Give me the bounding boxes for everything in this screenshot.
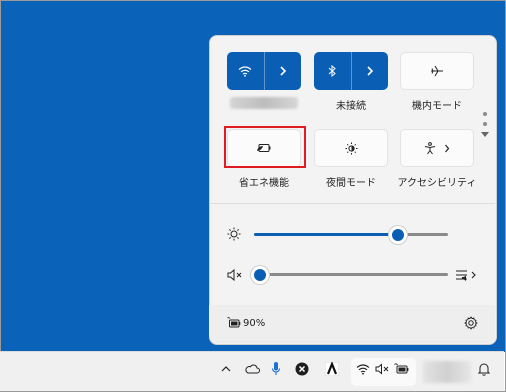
wifi-tile[interactable] (227, 52, 301, 90)
accessibility-icon (424, 141, 436, 154)
battery-saver-icon[interactable] (227, 317, 241, 329)
page-indicator[interactable] (481, 112, 489, 143)
wifi-toggle[interactable] (227, 52, 264, 90)
brightness-slider-fill (254, 233, 398, 236)
bluetooth-toggle[interactable] (314, 52, 351, 90)
chevron-up-icon[interactable] (221, 364, 231, 374)
section-divider (209, 203, 495, 204)
wifi-icon (238, 66, 252, 77)
airplane-mode-tile[interactable] (400, 52, 474, 90)
energy-saver-highlight-box (224, 126, 306, 168)
notification-bell-icon[interactable] (478, 362, 490, 376)
volume-slider-thumb[interactable] (251, 266, 269, 284)
energy-saver-label: 省エネ機能 (239, 178, 289, 189)
battery-saver-icon (394, 363, 410, 375)
bluetooth-icon (328, 65, 337, 77)
accessibility-label: アクセシビリティ (397, 178, 477, 189)
chevron-right-icon (445, 144, 450, 152)
accessibility-tile[interactable] (400, 129, 474, 167)
night-light-label: 夜間モード (326, 178, 376, 189)
onedrive-cloud-icon[interactable] (244, 362, 260, 374)
speaker-muted-icon (375, 363, 390, 375)
volume-slider[interactable] (251, 266, 448, 284)
chevron-right-icon (367, 66, 373, 76)
bluetooth-label: 未接続 (336, 101, 366, 112)
page-dot (483, 122, 487, 126)
clock-blurred[interactable] (423, 361, 471, 383)
brightness-slider[interactable] (254, 226, 448, 244)
bluetooth-expand-button[interactable] (351, 52, 388, 90)
wifi-icon (356, 363, 370, 375)
airplane-icon (431, 65, 443, 77)
chevron-right-icon (280, 66, 286, 76)
app-a-icon[interactable] (325, 362, 339, 376)
microphone-icon[interactable] (271, 361, 281, 377)
settings-gear-icon[interactable] (464, 316, 478, 330)
night-light-icon (345, 142, 357, 154)
close-circle-icon[interactable] (295, 362, 309, 376)
page-down-arrow-icon (481, 132, 489, 137)
speaker-muted-icon[interactable] (227, 268, 243, 282)
audio-output-select-button[interactable] (455, 268, 477, 282)
bluetooth-tile[interactable] (314, 52, 388, 90)
audio-output-icon (456, 270, 476, 281)
night-light-tile[interactable] (314, 129, 388, 167)
page-dot (483, 112, 487, 116)
brightness-icon (227, 227, 241, 241)
wifi-expand-button[interactable] (264, 52, 301, 90)
airplane-mode-label: 機内モード (412, 101, 462, 112)
wifi-network-name-blurred (230, 97, 298, 109)
brightness-slider-thumb[interactable] (389, 226, 407, 244)
battery-percentage[interactable]: 90% (243, 318, 265, 329)
